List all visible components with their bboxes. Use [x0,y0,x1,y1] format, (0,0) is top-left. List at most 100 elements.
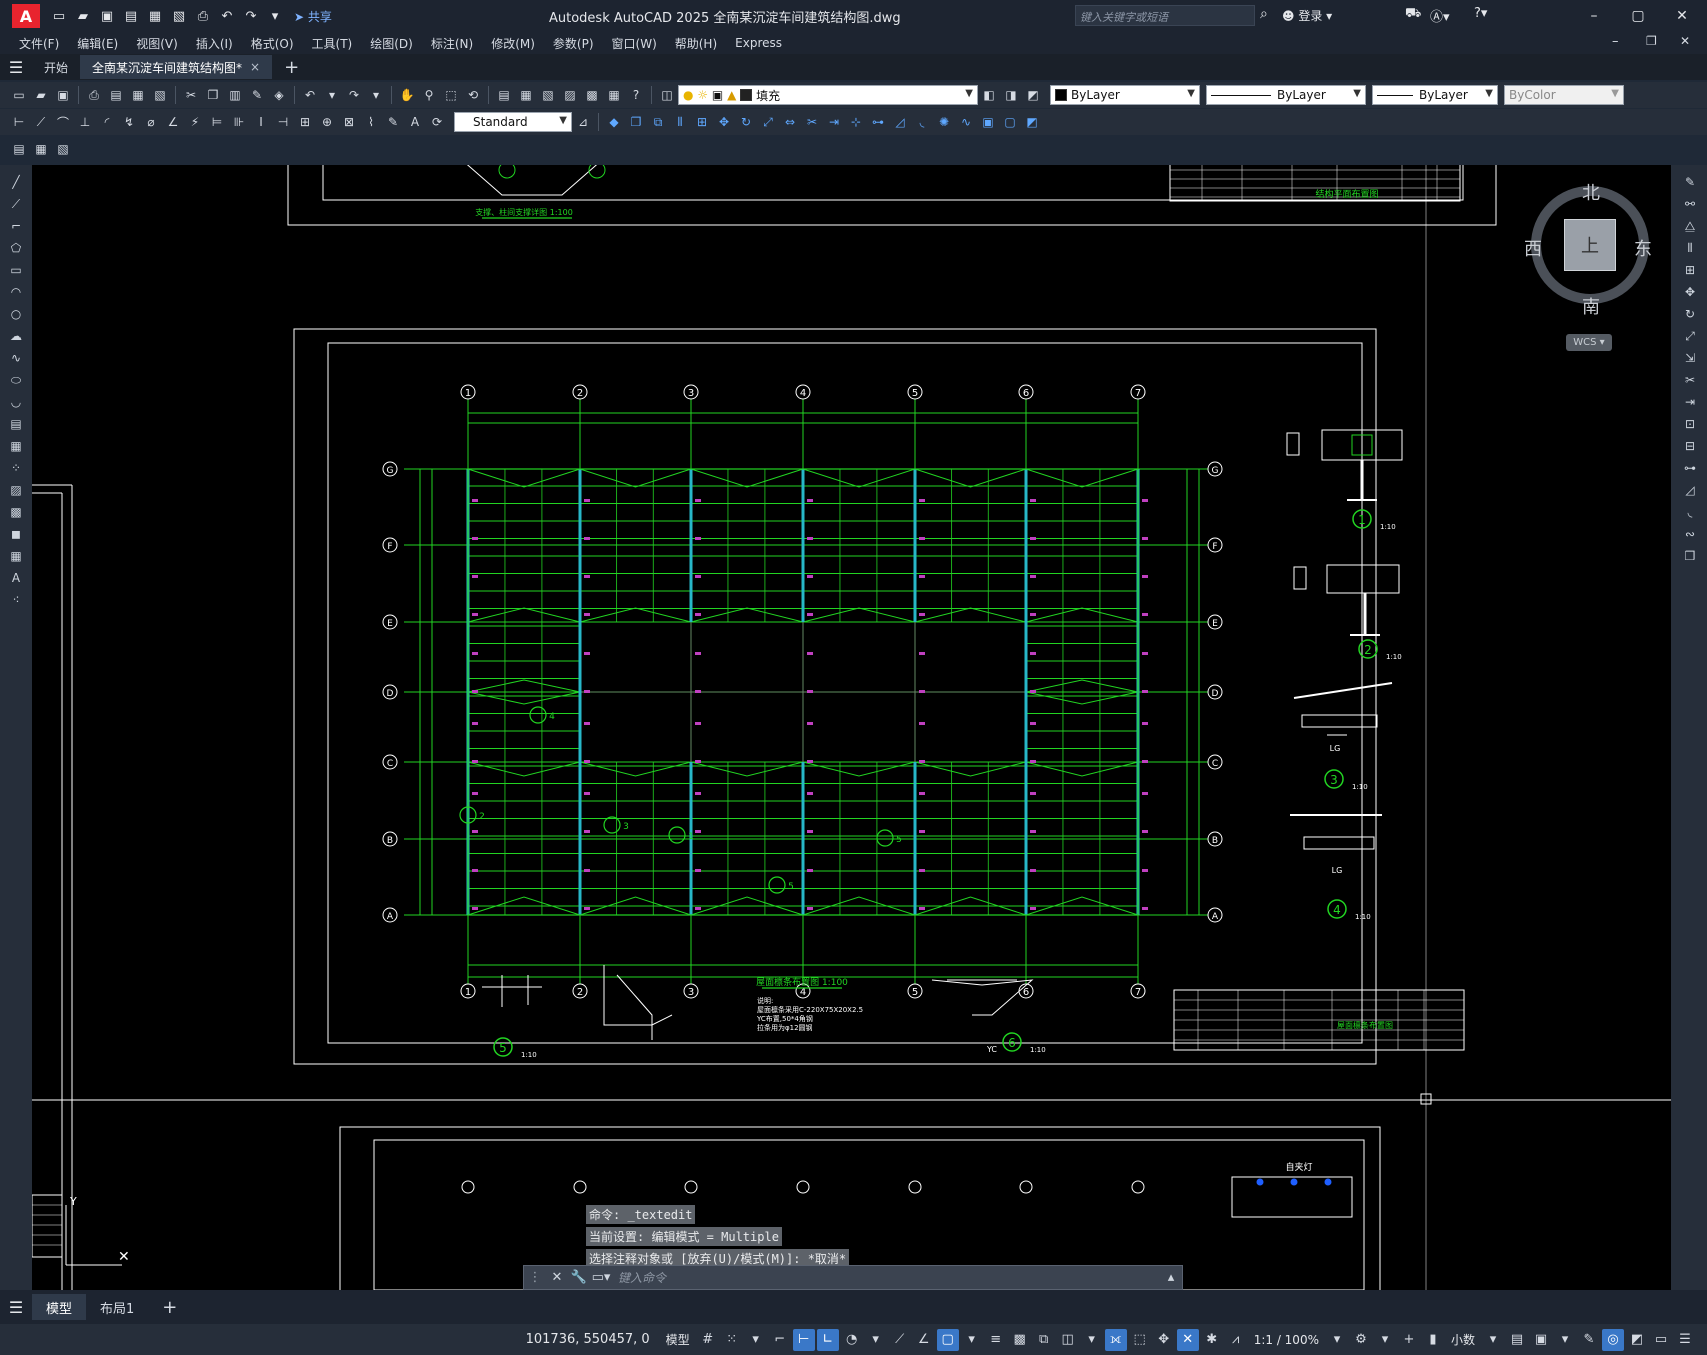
add-icon[interactable]: + [1398,1329,1420,1351]
gizmo-icon[interactable]: ✥ [1153,1329,1175,1351]
offset-icon[interactable]: ⫴ [670,112,690,132]
tab-close-icon[interactable]: × [250,60,260,74]
selection-cycling-icon[interactable]: ⧉ [1033,1329,1055,1351]
save-icon[interactable]: ▣ [53,85,73,105]
scale-icon[interactable]: ⤢ [1680,327,1700,345]
viewcube-west[interactable]: 西 [1524,235,1542,261]
transparency-icon[interactable]: ▩ [1009,1329,1031,1351]
drawing-svg[interactable]: 结构平面布置图支撑、柱间支撑详图 1:100 1 1 2 2 3 3 4 4 5 5 6 6 7 7 G G F F… [32,165,1671,1290]
spline-icon[interactable]: ∿ [6,349,26,367]
hardware-acceleration-icon[interactable]: ◎ [1602,1328,1624,1351]
fillet-icon[interactable]: ◟ [912,112,932,132]
menu-modify[interactable]: 修改(M) [482,35,544,52]
grip-handle-icon[interactable]: ⋮ [524,1270,546,1285]
menu-tools[interactable]: 工具(T) [303,35,362,52]
add-selected-icon[interactable]: ⁖ [6,591,26,609]
ungroup-icon[interactable]: ▢ [1000,112,1020,132]
lineweight-dropdown[interactable]: ByLayer ▼ [1372,85,1498,105]
wcs-menu-button[interactable]: WCS ▾ [1566,334,1612,351]
rectangle-icon[interactable]: ▭ [6,261,26,279]
autocad-logo-icon[interactable]: A [12,4,40,28]
insert-block-icon[interactable]: ▤ [6,415,26,433]
lineweight-icon[interactable]: ≡ [985,1329,1007,1351]
erase-icon[interactable]: ◆ [604,112,624,132]
radius-icon[interactable]: ◜ [97,112,117,132]
tool-palettes-icon[interactable]: ▧ [538,85,558,105]
viewcube-north[interactable]: 北 [1582,179,1600,205]
auto-scale-icon[interactable]: ✱ [1201,1329,1223,1351]
grid-icon[interactable]: # [697,1329,719,1351]
annotation-scale-value[interactable]: 1:1 / 100% [1254,1333,1319,1347]
annotation-scale-icon[interactable]: ⩘ [1225,1329,1247,1351]
make-current-layer-icon[interactable]: ◧ [979,85,999,105]
jogged-linear-icon[interactable]: ⌇ [361,112,381,132]
share-button[interactable]: ➤ 共享 [294,8,332,25]
circle-icon[interactable]: ○ [6,305,26,323]
isolate-objects-icon[interactable]: ✎ [1578,1329,1600,1351]
menu-window[interactable]: 窗口(W) [603,35,666,52]
properties-icon[interactable]: ▤ [494,85,514,105]
redo-icon[interactable]: ↷ [344,85,364,105]
break-at-point-icon[interactable]: ⊹ [846,112,866,132]
redo-dropdown-icon[interactable]: ▾ [366,85,386,105]
undo-icon[interactable]: ↶ [216,5,238,27]
customization-icon[interactable]: ☰ [1674,1329,1696,1351]
close-icon[interactable]: ✕ [546,1270,568,1285]
publish-icon[interactable]: ▦ [128,85,148,105]
customize-dropdown-icon[interactable]: ▾ [264,5,286,27]
layout-menu-icon[interactable]: ☰ [0,1294,32,1320]
units-value[interactable]: 小数 [1451,1331,1475,1348]
write-block-icon[interactable]: ▧ [53,139,73,159]
table-icon[interactable]: ▦ [6,547,26,565]
menu-draw[interactable]: 绘图(D) [361,35,422,52]
ellipse-arc-icon[interactable]: ◡ [6,393,26,411]
object-snap-icon[interactable]: ▢ [936,1328,959,1351]
snap-icon[interactable]: ⁙ [721,1329,743,1351]
workspace-gear-icon[interactable]: ⚙ [1350,1329,1372,1351]
plotstyle-dropdown[interactable]: ByColor ▼ [1504,85,1624,105]
object-snap-tracking-icon[interactable]: ∠ [913,1329,935,1351]
polar-tracking-icon[interactable]: ◔ [841,1329,863,1351]
doc-restore-icon[interactable]: ❐ [1646,34,1657,48]
point-icon[interactable]: ⁘ [6,459,26,477]
dynamic-ucs-icon[interactable]: ⟗ [1104,1328,1127,1351]
save-icon[interactable]: ▣ [96,5,118,27]
trim-icon[interactable]: ✂ [1680,371,1700,389]
menu-parametric[interactable]: 参数(P) [544,35,603,52]
help-icon[interactable]: ? [626,85,646,105]
group-icon[interactable]: ▣ [978,112,998,132]
chamfer-icon[interactable]: ◿ [890,112,910,132]
region-icon[interactable]: ◼ [6,525,26,543]
copy-icon[interactable]: ⚯ [1680,195,1700,213]
dimension-text-edit-icon[interactable]: A [405,112,425,132]
arc-length-icon[interactable]: ⌒ [53,112,73,132]
minimize-icon[interactable]: – [1576,4,1612,28]
tab-active-drawing[interactable]: 全南某沉淀车间建筑结构图* × [80,55,273,79]
menu-dimension[interactable]: 标注(N) [422,35,482,52]
layer-previous-icon[interactable]: ◨ [1001,85,1021,105]
scale-icon[interactable]: ⤢ [758,112,778,132]
menu-format[interactable]: 格式(O) [242,35,303,52]
quick-properties-icon[interactable]: ▤ [1506,1329,1528,1351]
new-file-icon[interactable]: ▭ [48,5,70,27]
autodesk-a360-icon[interactable]: Ⓐ▾ [1430,6,1450,25]
preview-icon[interactable]: ▤ [106,85,126,105]
inspection-icon[interactable]: ⊠ [339,112,359,132]
baseline-icon[interactable]: ⊨ [207,112,227,132]
customize-wrench-icon[interactable]: 🔧 [568,1270,590,1285]
erase-icon[interactable]: ✎ [1680,173,1700,191]
new-tab-button[interactable]: + [272,57,311,78]
undo-dropdown-icon[interactable]: ▾ [322,85,342,105]
construction-line-icon[interactable]: ⟋ [6,195,26,213]
break-at-point-icon[interactable]: ⊡ [1680,415,1700,433]
calculator-icon[interactable]: ▦ [604,85,624,105]
draworder-icon[interactable]: ◩ [1022,112,1042,132]
selection-filter-icon[interactable]: ⬚ [1129,1329,1151,1351]
line-icon[interactable]: ╱ [6,173,26,191]
model-space-toggle[interactable]: 模型 [666,1331,690,1348]
make-block-icon[interactable]: ▦ [6,437,26,455]
tolerance-icon[interactable]: ⊞ [295,112,315,132]
color-dropdown[interactable]: ByLayer ▼ [1050,85,1200,105]
mirror-icon[interactable]: ⧉ [648,112,668,132]
space-icon[interactable]: Ⅰ [251,112,271,132]
